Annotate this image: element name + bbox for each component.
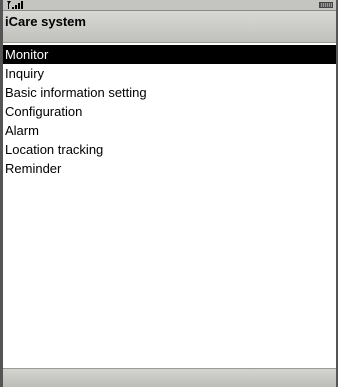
- battery-icon: [319, 2, 333, 8]
- status-bar: [3, 0, 336, 11]
- menu-item-alarm[interactable]: Alarm: [3, 121, 336, 140]
- phone-screen: iCare system Monitor Inquiry Basic infor…: [0, 0, 338, 387]
- menu-item-monitor[interactable]: Monitor: [3, 45, 336, 64]
- menu-item-inquiry[interactable]: Inquiry: [3, 64, 336, 83]
- menu-item-basic-information-setting[interactable]: Basic information setting: [3, 83, 336, 102]
- signal-strength-icon: [7, 1, 23, 9]
- main-menu: Monitor Inquiry Basic information settin…: [3, 45, 336, 178]
- page-title: iCare system: [5, 14, 86, 29]
- menu-item-location-tracking[interactable]: Location tracking: [3, 140, 336, 159]
- menu-item-reminder[interactable]: Reminder: [3, 159, 336, 178]
- softkey-bar[interactable]: [3, 368, 336, 387]
- menu-item-configuration[interactable]: Configuration: [3, 102, 336, 121]
